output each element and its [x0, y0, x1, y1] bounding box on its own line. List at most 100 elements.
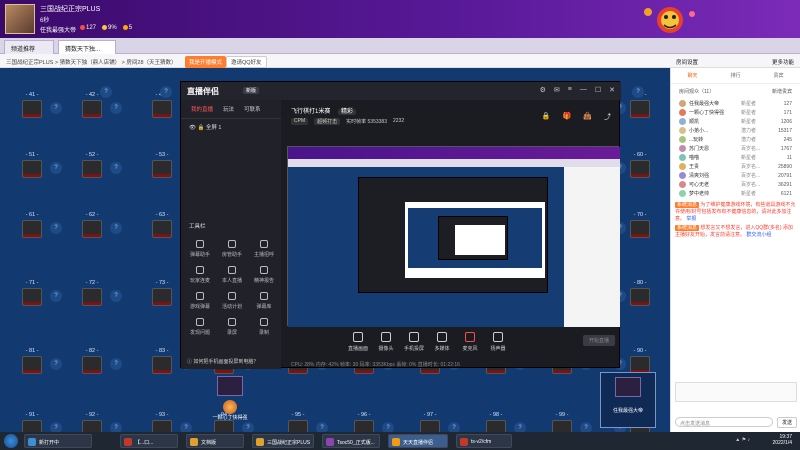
tool-activity[interactable]: 活动计划 — [217, 292, 247, 314]
unknown-player-icon[interactable]: ? — [448, 422, 460, 432]
seat[interactable]: - 81 - — [20, 348, 44, 376]
tool-greeting[interactable]: 主播招呼 — [249, 240, 279, 262]
tool-game-danmu[interactable]: 游戏弹幕 — [185, 292, 215, 314]
chat-message-area[interactable] — [675, 382, 797, 402]
more-functions-button[interactable]: 更多功能 — [772, 58, 794, 66]
start-button[interactable] — [4, 434, 18, 448]
phone-cast-button[interactable]: 手机投屏 — [401, 332, 427, 352]
tool-record[interactable]: 录制 — [249, 318, 279, 340]
viewer-row[interactable]: 可心无老 百岁名... 36291 — [671, 180, 800, 189]
lock-icon[interactable]: 🔒 — [542, 112, 551, 122]
maximize-icon[interactable]: ☐ — [595, 86, 601, 94]
tool-voice-link[interactable]: 玩家连麦 — [185, 266, 215, 288]
seat[interactable]: - 83 - — [150, 348, 174, 376]
eye-icon[interactable]: 👁 — [189, 125, 196, 131]
tab-gameplay[interactable]: 玩法 — [223, 105, 234, 113]
seat[interactable]: - 80 - — [628, 280, 652, 308]
unknown-player-icon[interactable]: ? — [50, 290, 62, 302]
unknown-player-icon[interactable]: ? — [50, 162, 62, 174]
unknown-player-icon[interactable]: ? — [514, 422, 526, 432]
app-version-badge[interactable]: 新版 — [243, 87, 260, 94]
minimize-icon[interactable]: — — [580, 86, 587, 94]
unknown-player-icon[interactable]: ? — [110, 422, 122, 432]
unknown-player-icon[interactable]: ? — [50, 222, 62, 234]
unknown-player-icon[interactable]: ? — [316, 422, 328, 432]
seat[interactable]: - 70 - — [628, 212, 652, 240]
tab-vip[interactable]: 贵宾 — [773, 72, 783, 79]
seat[interactable]: - 98 - — [484, 412, 508, 432]
unknown-player-icon[interactable]: ? — [50, 358, 62, 370]
seat[interactable]: - 82 - — [80, 348, 104, 376]
unknown-player-icon[interactable]: ? — [100, 86, 112, 98]
taskbar-app[interactable]: Tsoc50_正式版... — [322, 434, 380, 448]
start-live-button[interactable]: 开始直播 — [582, 335, 615, 346]
seat[interactable]: - 42 - — [80, 92, 104, 120]
seat[interactable]: - 41 - — [20, 92, 44, 120]
viewer-row[interactable]: 任我最强大帝 新星者 127 — [671, 99, 800, 108]
live-preview[interactable] — [287, 146, 620, 327]
tool-report[interactable]: 精神报告 — [249, 266, 279, 288]
seat[interactable]: - 62 - — [80, 212, 104, 240]
screen-cast-tip[interactable]: ⓘ 如何把手机画面投屏到电脑？ — [187, 358, 258, 365]
seat[interactable]: - 60 - — [628, 152, 652, 180]
seat[interactable]: - 91 - — [20, 412, 44, 432]
tool-self-live[interactable]: 本人直播 — [217, 266, 247, 288]
seat[interactable]: - 52 - — [80, 152, 104, 180]
seat[interactable]: - 95 - — [286, 412, 310, 432]
tool-danmu-helper[interactable]: 弹幕助手 — [185, 240, 215, 262]
host-name[interactable]: 任我最强大帝 — [40, 25, 76, 34]
camera-button[interactable]: 摄像头 — [373, 332, 399, 352]
close-icon[interactable]: ✕ — [609, 86, 615, 94]
unknown-player-icon[interactable]: ? — [110, 290, 122, 302]
scene-item[interactable]: 👁 🔒 全屏 1 — [181, 119, 281, 135]
tab-room[interactable]: 猜数天下独... — [58, 40, 116, 54]
unknown-player-icon[interactable]: ? — [50, 422, 62, 432]
room-settings-button[interactable]: 房间设置 — [676, 60, 698, 66]
viewer-row[interactable]: 清爽刘强 百岁名... 20791 — [671, 171, 800, 180]
system-link[interactable]: 群交流小组 — [746, 232, 771, 238]
lock-icon[interactable]: 🔒 — [198, 125, 205, 131]
unknown-player-icon[interactable]: ? — [382, 422, 394, 432]
settings-icon[interactable]: ⚙ — [540, 86, 546, 94]
seat[interactable]: - 71 - — [20, 280, 44, 308]
tab-my-live[interactable]: 我的直播 — [191, 105, 213, 113]
send-message-input[interactable]: 点击发送消息 — [675, 417, 773, 427]
viewer-row[interactable]: 一颗心丁快得强 新星者 171 — [671, 108, 800, 117]
seat[interactable]: - 53 - — [150, 152, 174, 180]
gift-icon[interactable]: 🎁 — [563, 112, 572, 122]
viewer-row[interactable]: 苏门天恩 百岁名... 1767 — [671, 144, 800, 153]
seat[interactable]: - 51 - — [20, 152, 44, 180]
unknown-player-icon[interactable]: ? — [110, 222, 122, 234]
tool-danmu-library[interactable]: 弹幕库 — [249, 292, 279, 314]
system-link[interactable]: 举报 — [686, 216, 696, 222]
room-avatar[interactable] — [5, 4, 35, 34]
stream-category-tag[interactable]: 精彩 — [338, 109, 357, 115]
viewer-row[interactable]: 顺凯 新星者 1206 — [671, 117, 800, 126]
taskbar-app[interactable]: 文档版 — [186, 434, 244, 448]
media-button[interactable]: 多媒体 — [429, 332, 455, 352]
system-tray[interactable]: ▲ ⚑ ♪ — [735, 437, 750, 443]
seat[interactable]: - 72 - — [80, 280, 104, 308]
live-screen-button[interactable]: 直播画面 — [345, 332, 371, 352]
unknown-player-icon[interactable]: ? — [110, 102, 122, 114]
unknown-player-icon[interactable]: ? — [242, 422, 254, 432]
guest-seat-2[interactable]: 任我最强大帝 — [600, 372, 656, 428]
unknown-player-icon[interactable]: ? — [632, 86, 644, 98]
guest-seat-1[interactable]: 一颗心丁快得强 — [210, 376, 250, 421]
tab-contacts[interactable]: 可联系 — [244, 105, 261, 113]
unknown-player-icon[interactable]: ? — [110, 358, 122, 370]
stream-title[interactable]: 飞行棋打1米赛 — [291, 109, 330, 115]
broadcast-mode-button[interactable]: 我是开播模式 — [185, 56, 227, 68]
unknown-player-icon[interactable]: ? — [580, 422, 592, 432]
tab-rank[interactable]: 排行 — [730, 72, 740, 79]
seat[interactable]: - 63 - — [150, 212, 174, 240]
unknown-player-icon[interactable]: ? — [110, 162, 122, 174]
seat[interactable]: - 99 - — [550, 412, 574, 432]
new-vip-link[interactable]: 新增贵宾 — [772, 88, 792, 95]
menu-icon[interactable]: ≡ — [568, 86, 572, 94]
seat[interactable]: - 93 - — [150, 412, 174, 432]
invite-qq-button[interactable]: 邀请QQ好友 — [226, 56, 267, 68]
unknown-player-icon[interactable]: ? — [180, 422, 192, 432]
seat[interactable]: - 92 - — [80, 412, 104, 432]
bag-icon[interactable]: 👜 — [583, 112, 592, 122]
